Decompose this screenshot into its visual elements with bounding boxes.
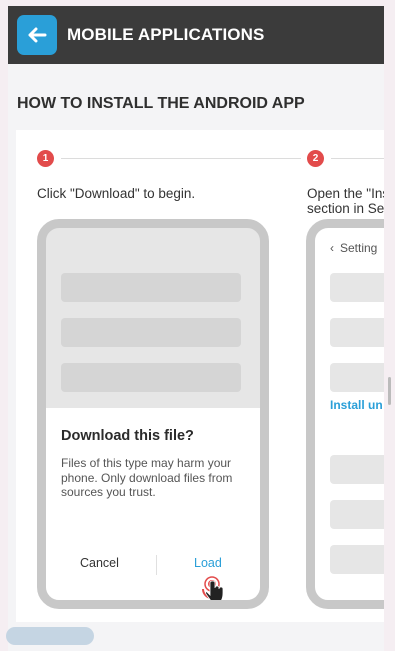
bottom-pill xyxy=(6,627,94,645)
step-divider xyxy=(331,158,384,159)
top-bar: MOBILE APPLICATIONS xyxy=(8,6,384,64)
placeholder-bar xyxy=(330,455,384,484)
scrollbar-thumb[interactable] xyxy=(388,377,391,405)
phone-mockup-settings: ‹ Setting Install un xyxy=(306,219,384,609)
placeholder-bar xyxy=(330,273,384,302)
placeholder-bar xyxy=(330,318,384,347)
app-frame: MOBILE APPLICATIONS HOW TO INSTALL THE A… xyxy=(8,6,384,651)
step-number-badge: 2 xyxy=(307,150,324,167)
placeholder-bar xyxy=(330,545,384,574)
step-description-line2: section in Se xyxy=(307,201,384,216)
tap-hand-icon xyxy=(200,574,230,600)
arrow-left-icon xyxy=(27,27,47,43)
dialog-body: Files of this type may harm your phone. … xyxy=(61,456,233,499)
phone-mockup-download: Download this file? Files of this type m… xyxy=(37,219,269,609)
load-button[interactable]: Load xyxy=(194,556,222,570)
page-title: MOBILE APPLICATIONS xyxy=(67,25,265,44)
chevron-left-icon: ‹ xyxy=(330,241,334,255)
step-divider xyxy=(61,158,301,159)
settings-header: ‹ Setting xyxy=(330,241,377,255)
step-number-badge: 1 xyxy=(37,150,54,167)
placeholder-bar xyxy=(61,363,241,392)
step-description: Click "Download" to begin. xyxy=(37,186,196,201)
button-divider xyxy=(156,555,157,575)
placeholder-bar xyxy=(330,500,384,529)
install-unknown-apps-link[interactable]: Install un xyxy=(330,398,383,412)
download-dialog: Download this file? Files of this type m… xyxy=(46,408,260,600)
placeholder-bar xyxy=(61,273,241,302)
section-title: HOW TO INSTALL THE ANDROID APP xyxy=(17,95,305,112)
step-description-line1: Open the "Ins xyxy=(307,186,384,201)
placeholder-bar xyxy=(61,318,241,347)
settings-header-label: Setting xyxy=(340,241,378,255)
dialog-title: Download this file? xyxy=(61,428,194,444)
placeholder-bar xyxy=(330,363,384,392)
cancel-button[interactable]: Cancel xyxy=(80,556,119,570)
back-button[interactable] xyxy=(17,15,57,55)
install-steps-card: 1 Click "Download" to begin. Download th… xyxy=(16,130,384,622)
